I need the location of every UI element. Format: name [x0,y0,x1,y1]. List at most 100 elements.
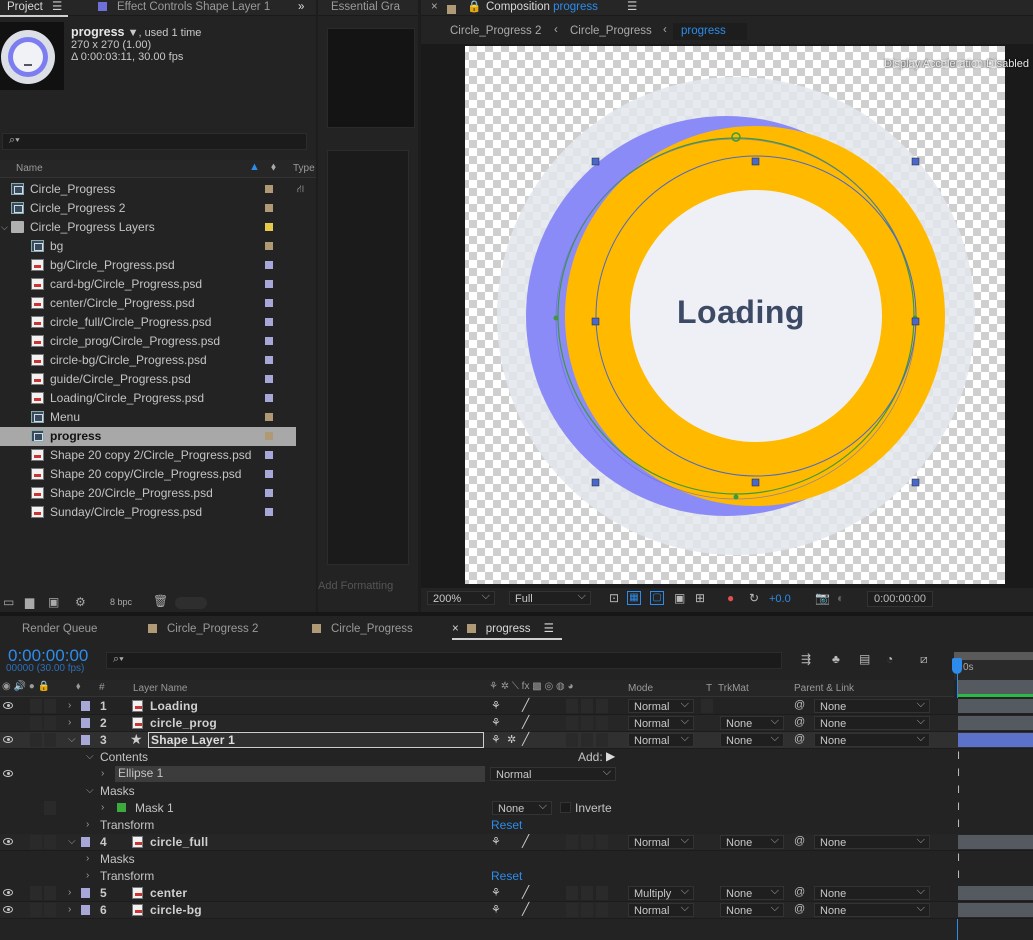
reset-transform-link[interactable]: Reset [491,869,522,883]
shy-switch-icon[interactable]: ⚘ [491,903,501,916]
track-matte-dropdown[interactable]: None [720,884,784,900]
layer-color-swatch[interactable] [81,735,90,745]
label-color-swatch[interactable] [265,242,273,250]
label-color-swatch[interactable] [265,280,273,288]
column-layer-name-header[interactable]: Layer Name [133,683,187,694]
new-comp-icon[interactable]: ▣ [48,595,59,609]
layer-color-swatch[interactable] [81,905,90,915]
blend-mode-dropdown[interactable]: Normal [628,833,694,849]
switch-cell[interactable] [566,733,578,747]
layer-duration-bar[interactable] [958,903,1033,917]
project-item[interactable]: progress [0,427,296,446]
quality-switch-icon[interactable]: ╱ [522,715,529,729]
expand-chevron-icon[interactable]: › [86,853,89,864]
switch-cell[interactable] [44,733,56,747]
parent-dropdown[interactable]: None [814,697,930,713]
expand-chevron-icon[interactable]: ⌵ [68,734,76,745]
layer-color-swatch[interactable] [81,718,90,728]
parent-dropdown[interactable]: None [814,731,930,747]
composition-viewer[interactable]: Loading Display Acceleration Disabled [421,44,1033,588]
layer-row[interactable]: ⌵ 3 ★ Shape Layer 1 ⚘ ✲ ╱ Normal None @ None [0,731,1033,749]
label-color-swatch[interactable] [265,356,273,364]
channel-icon[interactable]: ● [727,591,734,605]
column-mode-header[interactable]: Mode [628,683,653,694]
tab-essential-graphics[interactable]: Essential Gra [331,0,400,16]
label-color-swatch[interactable] [265,413,273,421]
project-settings-icon[interactable]: ⚙ [75,595,86,609]
breadcrumb-item-circle-progress-2[interactable]: Circle_Progress 2 [450,25,541,37]
project-item[interactable]: circle_prog/Circle_Progress.psd [0,332,296,351]
parent-pick-whip-icon[interactable]: @ [794,699,805,711]
shy-switch-icon[interactable]: ⚘ [491,835,501,848]
switch-cell[interactable] [566,699,578,713]
zoom-dropdown[interactable]: 200% [427,589,495,605]
label-color-swatch[interactable] [265,299,273,307]
label-color-swatch[interactable] [265,489,273,497]
property-row[interactable]: ⌵ Contents I Add: ▶ [0,749,1033,766]
project-item[interactable]: Circle_Progress 2 [0,199,296,218]
label-color-swatch[interactable] [265,508,273,516]
switch-cell[interactable] [30,886,42,900]
layer-duration-bar[interactable] [958,733,1033,747]
tab-progress[interactable]: × progress ☰ [452,622,554,638]
layer-color-swatch[interactable] [81,701,90,711]
visibility-eye-icon[interactable] [3,702,13,709]
parent-dropdown[interactable]: None [814,833,930,849]
exposure-value[interactable]: +0.0 [769,593,791,605]
track-matte-dropdown[interactable]: None [720,731,784,747]
switch-cell[interactable] [581,886,593,900]
project-item[interactable]: ⌵ Circle_Progress Layers [0,218,296,237]
parent-pick-whip-icon[interactable]: @ [794,886,805,898]
switch-cell[interactable] [581,903,593,917]
layer-row[interactable]: ⌵ 4 circle_full ⚘ ╱ Normal None @ None [0,833,1033,851]
expand-chevron-icon[interactable]: ⌵ [68,836,76,847]
column-type-header[interactable]: Type [293,163,315,174]
switch-cell[interactable] [44,699,56,713]
transform-handle[interactable] [591,317,600,326]
shy-switch-icon[interactable]: ⚘ [491,733,501,746]
column-parent-header[interactable]: Parent & Link [794,683,854,694]
breadcrumb-item-progress[interactable]: progress [673,23,747,40]
mask-mode-dropdown[interactable]: None [492,799,552,815]
switch-cell[interactable] [596,886,608,900]
shy-switch-icon[interactable]: ⚘ [491,699,501,712]
switch-cell[interactable] [701,699,713,713]
expand-chevron-icon[interactable]: ⌵ [1,218,8,237]
project-item[interactable]: guide/Circle_Progress.psd [0,370,296,389]
layer-duration-bar[interactable] [958,835,1033,849]
blend-mode-dropdown[interactable]: Normal [628,714,694,730]
parent-dropdown[interactable]: None [814,884,930,900]
layer-duration-bar[interactable] [958,716,1033,730]
graph-editor-icon[interactable]: ⧄ [920,652,928,667]
expand-chevron-icon[interactable]: › [68,887,71,898]
property-row[interactable]: › Ellipse 1 I Normal [0,765,1033,783]
layer-color-swatch[interactable] [81,888,90,898]
switch-cell[interactable] [44,903,56,917]
blend-mode-dropdown[interactable]: Normal [628,731,694,747]
switch-cell[interactable] [596,733,608,747]
project-item[interactable]: Circle_Progress ⛙ [0,180,304,199]
visibility-eye-icon[interactable] [3,906,13,913]
resolution-dropdown[interactable]: Full [509,589,591,605]
project-item[interactable]: center/Circle_Progress.psd [0,294,296,313]
parent-pick-whip-icon[interactable]: @ [794,903,805,915]
reset-exposure-icon[interactable]: ↻ [749,591,759,605]
track-matte-dropdown[interactable]: None [720,901,784,917]
grid-guides-icon[interactable]: ⊞ [695,591,705,605]
blend-mode-dropdown[interactable]: Normal [628,697,694,713]
switch-cell[interactable] [30,716,42,730]
draft-3d-icon[interactable]: ♣ [832,652,840,666]
switch-cell[interactable] [44,886,56,900]
expand-chevron-icon[interactable]: ⌵ [86,751,94,762]
track-matte-dropdown[interactable]: None [720,714,784,730]
project-item[interactable]: bg [0,237,296,256]
transform-handle[interactable] [591,478,600,487]
switch-cell[interactable] [581,733,593,747]
label-color-swatch[interactable] [265,261,273,269]
playhead-marker[interactable] [952,658,962,674]
new-folder-icon[interactable]: ▆ [25,595,34,609]
project-item[interactable]: Sunday/Circle_Progress.psd [0,503,296,522]
layer-name[interactable]: Loading [150,699,198,713]
switch-cell[interactable] [596,903,608,917]
tab-effect-controls[interactable]: Effect Controls Shape Layer 1 [98,0,270,16]
